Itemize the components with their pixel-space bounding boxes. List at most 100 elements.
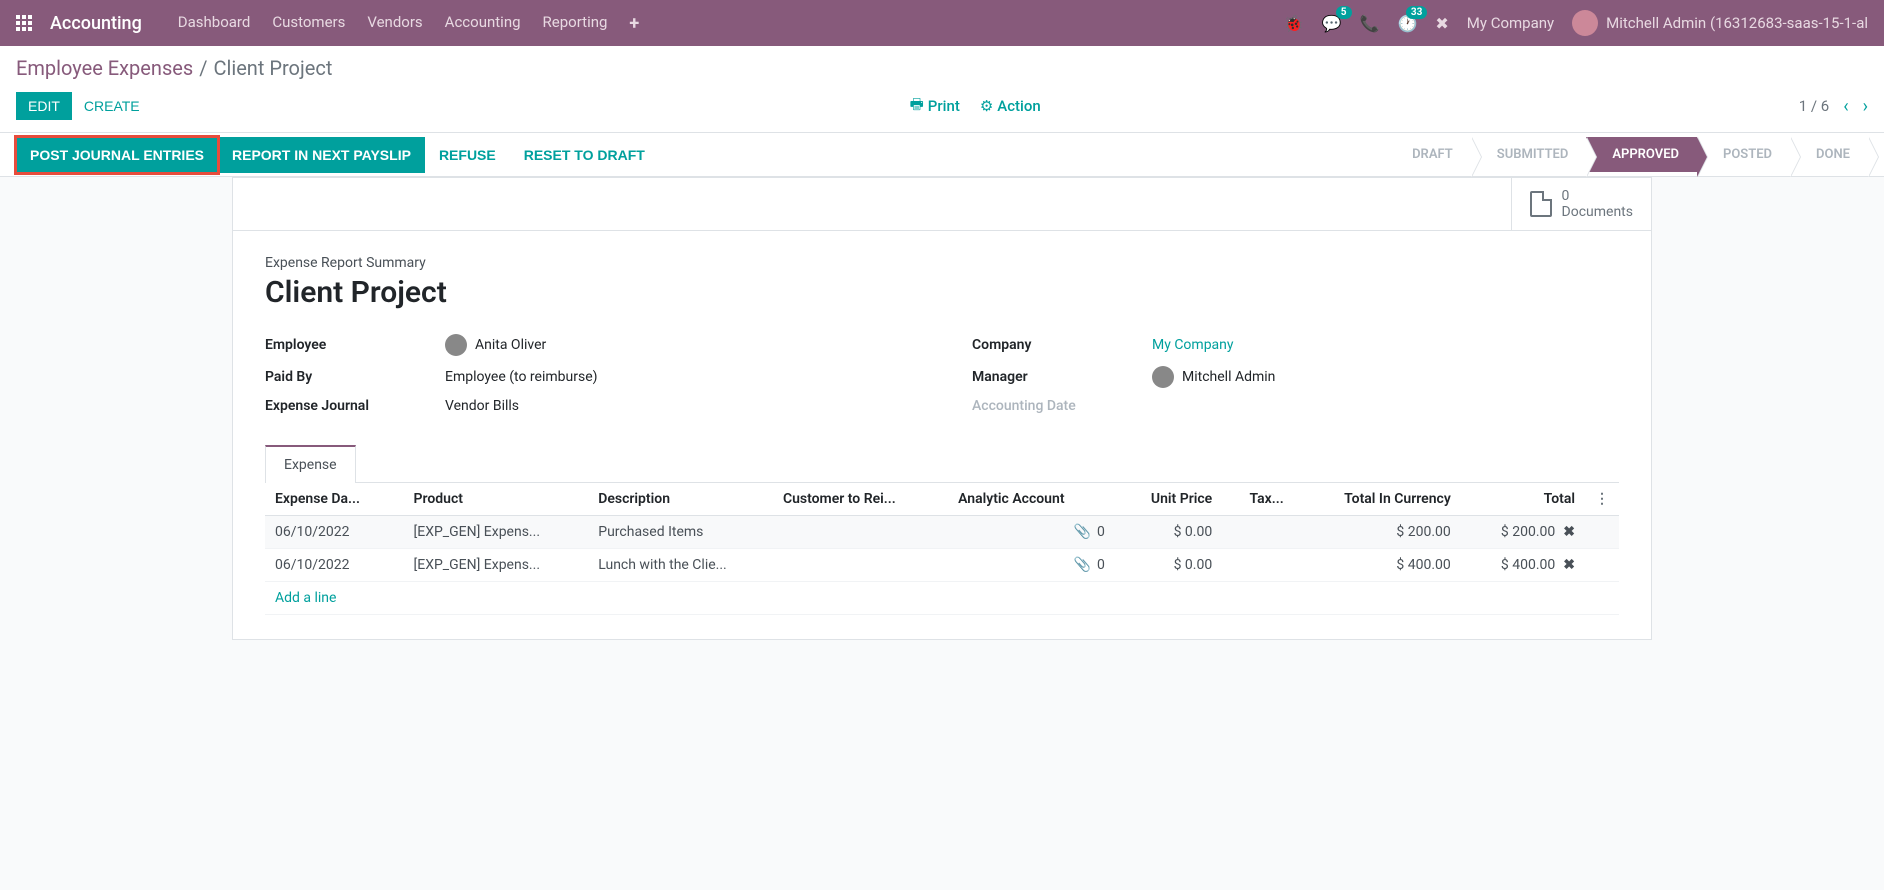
cell-product: [EXP_GEN] Expens... <box>404 516 589 549</box>
col-date[interactable]: Expense Da... <box>265 483 404 516</box>
activities-badge: 33 <box>1406 6 1427 19</box>
stage-draft[interactable]: DRAFT <box>1398 137 1471 172</box>
tab-expense[interactable]: Expense <box>265 445 356 483</box>
cell-taxes <box>1222 549 1293 582</box>
status-bar: POST JOURNAL ENTRIES REPORT IN NEXT PAYS… <box>0 133 1884 177</box>
apps-icon[interactable] <box>16 15 32 31</box>
cell-analytic: 📎0 <box>948 549 1115 582</box>
stage-submitted[interactable]: SUBMITTED <box>1471 137 1587 172</box>
company-switcher[interactable]: My Company <box>1467 14 1554 32</box>
document-icon <box>1530 191 1552 217</box>
tools-icon[interactable]: ✖ <box>1435 14 1448 33</box>
col-taxes[interactable]: Tax... <box>1222 483 1293 516</box>
create-button[interactable]: CREATE <box>72 92 152 120</box>
reset-to-draft-button[interactable]: RESET TO DRAFT <box>510 137 659 173</box>
remove-row-icon[interactable]: ✖ <box>1555 557 1575 573</box>
attachment-icon[interactable]: 📎 <box>1074 524 1091 540</box>
employee-value: Anita Oliver <box>445 334 546 356</box>
nav-vendors[interactable]: Vendors <box>367 13 422 34</box>
col-total[interactable]: Total <box>1461 483 1585 516</box>
status-stages: DRAFT SUBMITTED APPROVED POSTED DONE <box>1398 137 1868 172</box>
col-total-currency[interactable]: Total In Currency <box>1294 483 1461 516</box>
cell-description: Lunch with the Clie... <box>588 549 773 582</box>
cell-customer <box>773 516 948 549</box>
top-navbar: Accounting Dashboard Customers Vendors A… <box>0 0 1884 46</box>
remove-row-icon[interactable]: ✖ <box>1555 524 1575 540</box>
manager-avatar-icon <box>1152 366 1174 388</box>
cell-total: $ 200.00✖ <box>1461 516 1585 549</box>
app-title[interactable]: Accounting <box>50 13 142 34</box>
paid-by-label: Paid By <box>265 369 445 385</box>
tabs: Expense <box>265 444 1619 483</box>
stage-done[interactable]: DONE <box>1790 137 1868 172</box>
action-button[interactable]: ⚙Action <box>980 97 1041 115</box>
messages-badge: 5 <box>1336 6 1352 19</box>
pager-text[interactable]: 1 / 6 <box>1799 97 1830 115</box>
nav-customers[interactable]: Customers <box>272 13 345 34</box>
cell-total-currency: $ 400.00 <box>1294 549 1461 582</box>
user-menu[interactable]: Mitchell Admin (16312683-saas-15-1-al <box>1572 10 1868 36</box>
user-name: Mitchell Admin (16312683-saas-15-1-al <box>1606 14 1868 32</box>
documents-count: 0 <box>1562 188 1633 204</box>
nav-reporting[interactable]: Reporting <box>543 13 608 34</box>
col-customer[interactable]: Customer to Rei... <box>773 483 948 516</box>
paid-by-value: Employee (to reimburse) <box>445 369 598 385</box>
cell-taxes <box>1222 516 1293 549</box>
activities-icon[interactable]: 🕐33 <box>1397 14 1417 33</box>
nav-dashboard[interactable]: Dashboard <box>178 13 251 34</box>
cell-unit-price: $ 0.00 <box>1115 516 1222 549</box>
cell-customer <box>773 549 948 582</box>
messages-icon[interactable]: 💬5 <box>1322 14 1342 33</box>
col-unit-price[interactable]: Unit Price <box>1115 483 1222 516</box>
control-panel: Employee Expenses / Client Project EDIT … <box>0 46 1884 133</box>
breadcrumb: Employee Expenses / Client Project <box>0 46 1884 86</box>
user-avatar-icon <box>1572 10 1598 36</box>
expense-lines-table: Expense Da... Product Description Custom… <box>265 483 1619 615</box>
employee-avatar-icon <box>445 334 467 356</box>
pager-prev-icon[interactable]: ‹ <box>1843 96 1848 117</box>
documents-label: Documents <box>1562 204 1633 220</box>
col-product[interactable]: Product <box>404 483 589 516</box>
col-options-icon[interactable]: ⋮ <box>1585 483 1619 516</box>
cell-unit-price: $ 0.00 <box>1115 549 1222 582</box>
gear-icon: ⚙ <box>980 97 993 115</box>
col-analytic[interactable]: Analytic Account <box>948 483 1115 516</box>
company-value[interactable]: My Company <box>1152 337 1234 353</box>
add-line-button[interactable]: Add a line <box>265 582 1619 615</box>
nav-add-menu[interactable]: + <box>629 13 639 34</box>
manager-label: Manager <box>972 369 1152 385</box>
post-journal-entries-button[interactable]: POST JOURNAL ENTRIES <box>16 137 218 173</box>
table-row[interactable]: 06/10/2022 [EXP_GEN] Expens... Purchased… <box>265 516 1619 549</box>
record-title: Client Project <box>265 275 1619 310</box>
cell-total: $ 400.00✖ <box>1461 549 1585 582</box>
cell-product: [EXP_GEN] Expens... <box>404 549 589 582</box>
summary-label: Expense Report Summary <box>265 255 1619 271</box>
cell-analytic: 📎0 <box>948 516 1115 549</box>
expense-journal-label: Expense Journal <box>265 398 445 414</box>
phone-icon[interactable]: 📞 <box>1360 14 1380 33</box>
table-row[interactable]: 06/10/2022 [EXP_GEN] Expens... Lunch wit… <box>265 549 1619 582</box>
company-label: Company <box>972 337 1152 353</box>
report-in-next-payslip-button[interactable]: REPORT IN NEXT PAYSLIP <box>218 137 425 173</box>
cell-description: Purchased Items <box>588 516 773 549</box>
refuse-button[interactable]: REFUSE <box>425 137 510 173</box>
stage-approved[interactable]: APPROVED <box>1586 137 1697 172</box>
cell-date: 06/10/2022 <box>265 549 404 582</box>
manager-value: Mitchell Admin <box>1152 366 1275 388</box>
print-icon: 🖶 <box>910 94 924 119</box>
nav-accounting[interactable]: Accounting <box>445 13 521 34</box>
cell-date: 06/10/2022 <box>265 516 404 549</box>
breadcrumb-parent[interactable]: Employee Expenses <box>16 56 193 80</box>
expense-journal-value: Vendor Bills <box>445 398 519 414</box>
stage-posted[interactable]: POSTED <box>1697 137 1790 172</box>
attachment-icon[interactable]: 📎 <box>1074 557 1091 573</box>
pager-next-icon[interactable]: › <box>1863 96 1868 117</box>
bug-icon[interactable]: 🐞 <box>1284 14 1304 33</box>
col-description[interactable]: Description <box>588 483 773 516</box>
accounting-date-label: Accounting Date <box>972 398 1152 414</box>
edit-button[interactable]: EDIT <box>16 92 72 120</box>
cell-total-currency: $ 200.00 <box>1294 516 1461 549</box>
form-sheet: 0 Documents Expense Report Summary Clien… <box>232 177 1652 640</box>
print-button[interactable]: 🖶Print <box>910 94 960 119</box>
documents-button[interactable]: 0 Documents <box>1511 178 1651 230</box>
